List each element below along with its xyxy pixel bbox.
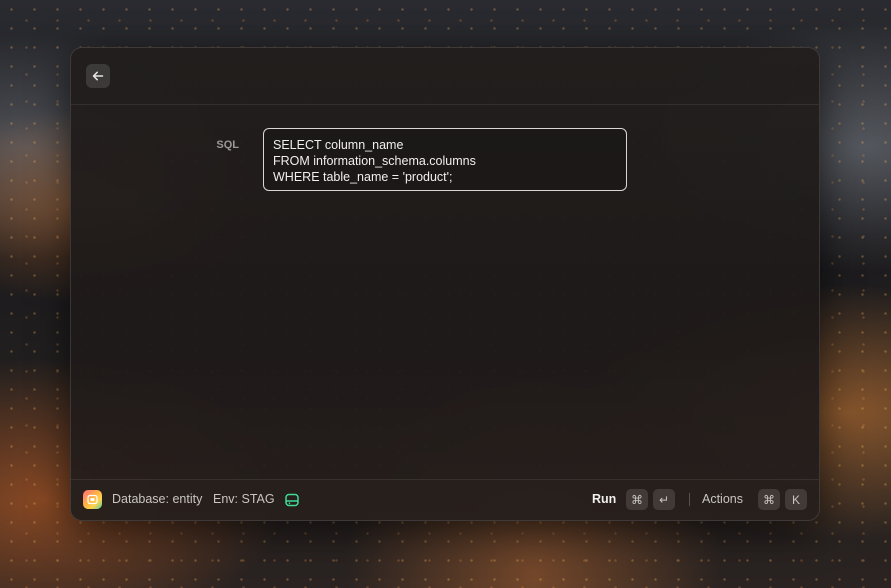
run-button[interactable]: Run <box>592 492 616 506</box>
action-bar: Database: entity Env: STAG Run ⌘ ↵ Actio… <box>71 479 819 520</box>
drive-icon <box>285 493 299 507</box>
command-window: SQL SELECT column_name FROM information_… <box>70 47 820 521</box>
return-key-icon: ↵ <box>653 489 675 510</box>
actions-button[interactable]: Actions <box>702 492 743 506</box>
divider <box>689 493 690 506</box>
sql-label: SQL <box>216 139 239 151</box>
database-info: Database: entity <box>112 492 203 506</box>
sql-input[interactable]: SELECT column_name FROM information_sche… <box>263 128 627 191</box>
arrow-left-icon <box>92 71 104 81</box>
env-info: Env: STAG <box>213 492 275 506</box>
command-key-icon: ⌘ <box>626 489 648 510</box>
window-header <box>71 48 819 105</box>
command-key-icon: ⌘ <box>758 489 780 510</box>
k-key: K <box>785 489 807 510</box>
database-icon <box>83 490 102 509</box>
back-button[interactable] <box>86 64 110 88</box>
